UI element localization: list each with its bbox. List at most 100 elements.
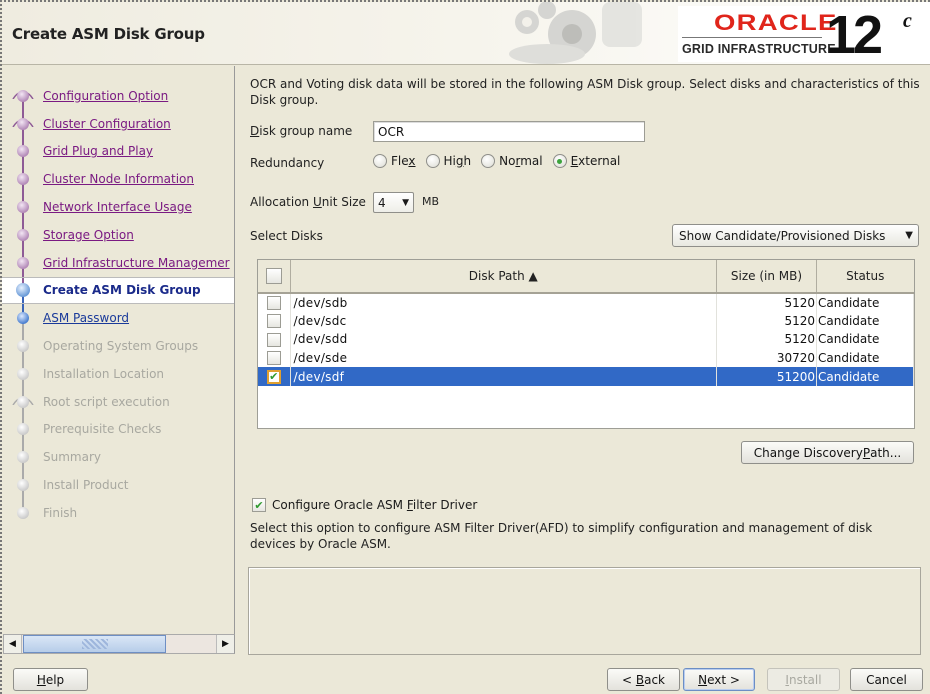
sidebar-step-label: Configuration Option [43,88,169,103]
radio-label: High [444,154,472,168]
afd-checkbox-row[interactable]: ✔ Configure Oracle ASM Filter Driver [252,498,477,512]
redundancy-option[interactable]: External [552,154,620,168]
node-icon [17,340,29,353]
version-number: 12 [826,5,883,65]
fork-node-icon [17,89,29,102]
empty-row [258,405,914,424]
sidebar-step[interactable]: Grid Infrastructure Managemer [2,248,234,277]
table-row[interactable]: /dev/sde 30720 Candidate [258,348,914,368]
intro-text: OCR and Voting disk data will be stored … [250,77,920,107]
sidebar-step: Installation Location [2,359,234,388]
sidebar-step: Root script execution [2,387,234,416]
node-icon [17,173,29,186]
sidebar-step-label: Install Product [43,478,129,493]
allocation-unit-suffix: MB [422,195,440,208]
row-checkbox[interactable] [266,351,281,366]
table-row[interactable]: /dev/sdd 5120 Candidate [258,330,914,349]
sidebar-step[interactable]: ASM Password [2,304,234,333]
radio-unselected-icon[interactable] [373,154,387,168]
empty-cell [717,405,817,424]
disk-path-cell: /dev/sde [290,348,717,368]
row-checkbox[interactable] [266,296,281,311]
redundancy-option[interactable]: Flex [373,154,416,168]
table-row[interactable]: ✔ /dev/sdf 51200 Candidate [258,367,914,386]
radio-selected-icon[interactable] [552,154,567,168]
table-row[interactable]: /dev/sdb 5120 Candidate [258,293,914,312]
back-button[interactable]: < Back [607,668,680,691]
mnemonic: H [36,672,46,687]
sidebar-step[interactable]: Network Interface Usage [2,193,234,221]
fork-node-icon [17,117,29,130]
row-checkbox[interactable] [266,314,281,329]
node-icon [17,506,29,519]
empty-cell [258,405,290,424]
node-icon [17,423,29,436]
afd-description: Select this option to configure ASM Filt… [250,521,873,551]
node-icon [17,312,29,325]
disk-group-name-input[interactable] [373,121,645,142]
scroll-right-arrow-icon[interactable]: ▶ [216,635,234,653]
steps-sidebar: Configuration Option Cluster Configuratio… [2,66,235,635]
install-button[interactable]: Install [767,668,840,691]
sidebar-step: Summary [2,443,234,472]
sidebar-step[interactable]: Create ASM Disk Group [2,276,234,305]
sidebar-step: Operating System Groups [2,332,234,360]
change-discovery-path-button[interactable]: Change Discovery Path... [741,441,914,464]
selected-value: 4 [378,195,386,210]
label-text: nstall [788,672,822,687]
help-button[interactable]: Help [13,668,88,691]
sidebar-step[interactable]: Configuration Option [2,82,234,110]
cancel-button[interactable]: Cancel [850,668,923,691]
version-suffix: c [903,10,912,32]
next-button[interactable]: Next > [683,668,755,691]
radio-unselected-icon[interactable] [481,154,496,168]
label-text: Hi [443,154,456,168]
node-icon [17,479,29,492]
sidebar-step-label: Storage Option [43,227,134,242]
sidebar-step-label: Prerequisite Checks [43,422,162,437]
sidebar-step[interactable]: Cluster Configuration [2,109,234,138]
label-text: Change Discovery [753,445,863,460]
column-header-size[interactable]: Size (in MB) [716,260,817,294]
row-checkbox[interactable] [266,332,281,347]
header-banner: Create ASM Disk Group ORACLE GRID INFRAS… [2,2,930,65]
row-checkbox-cell: ✔ [258,367,291,386]
disk-filter-dropdown[interactable]: Show Candidate/Provisioned Disks ▼ [672,224,919,247]
sidebar-step[interactable]: Storage Option [2,220,234,249]
sidebar-step: Finish [2,498,234,527]
select-all-checkbox[interactable] [265,268,282,284]
label-text: ext > [707,672,740,687]
table-row[interactable]: /dev/sdc 5120 Candidate [258,311,914,331]
sidebar-step[interactable]: Cluster Node Information [2,165,234,194]
afd-label: Configure Oracle ASM Filter Driver [272,498,477,512]
label-text: ilter Driver [412,498,478,512]
afd-checkbox[interactable]: ✔ [252,498,266,512]
allocation-unit-select[interactable]: 4 ▼ [373,192,414,213]
sidebar-step[interactable]: Grid Plug and Play [2,137,234,166]
row-checkbox[interactable]: ✔ [266,369,281,384]
node-icon [17,256,29,269]
sidebar-step-label: Grid Infrastructure Managemer [43,255,230,270]
size-cell: 5120 [716,311,817,331]
scroll-left-arrow-icon[interactable]: ◀ [4,635,22,653]
scrollbar-thumb[interactable] [23,635,166,653]
label-text: isk group name [259,124,353,138]
radio-unselected-icon[interactable] [425,154,440,168]
empty-cell [290,405,717,424]
redundancy-option[interactable]: High [425,154,472,168]
empty-cell [817,386,914,405]
sidebar-horizontal-scrollbar[interactable]: ◀ ▶ [3,634,235,654]
size-cell: 30720 [716,348,817,368]
disk-path-cell: /dev/sdd [290,330,717,349]
sidebar-step-label: Cluster Configuration [43,116,171,131]
mnemonic: P [862,445,871,460]
mnemonic: D [250,124,260,138]
empty-row [258,386,914,405]
select-all-header [258,260,291,294]
current-node-icon [16,283,30,298]
empty-cell [717,386,817,405]
redundancy-option[interactable]: Normal [481,154,543,168]
label-text: No [499,154,516,168]
column-header-disk-path[interactable]: Disk Path ▲ [290,260,717,294]
column-header-status[interactable]: Status [816,260,914,294]
